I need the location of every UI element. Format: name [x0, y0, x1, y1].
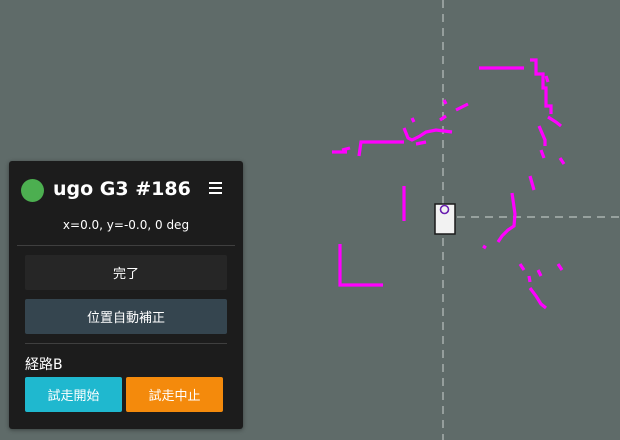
- start-trial-button[interactable]: 試走開始: [25, 377, 122, 412]
- robot-name: ugo G3 #186: [53, 178, 191, 200]
- done-button[interactable]: 完了: [25, 255, 227, 290]
- status-indicator: [21, 179, 44, 202]
- panel-header: ugo G3 #186: [9, 161, 243, 221]
- stop-trial-button[interactable]: 試走中止: [126, 377, 223, 412]
- divider: [25, 343, 227, 344]
- robot-control-panel: ugo G3 #186 x=0.0, y=-0.0, 0 deg 完了 位置自動…: [9, 161, 243, 429]
- auto-localize-button[interactable]: 位置自動補正: [25, 299, 227, 334]
- route-label: 経路B: [25, 357, 63, 373]
- pose-readout: x=0.0, y=-0.0, 0 deg: [62, 218, 190, 232]
- robot-marker[interactable]: [434, 203, 456, 235]
- divider: [17, 245, 235, 246]
- laser-scan: [332, 58, 566, 310]
- menu-icon[interactable]: [209, 182, 223, 196]
